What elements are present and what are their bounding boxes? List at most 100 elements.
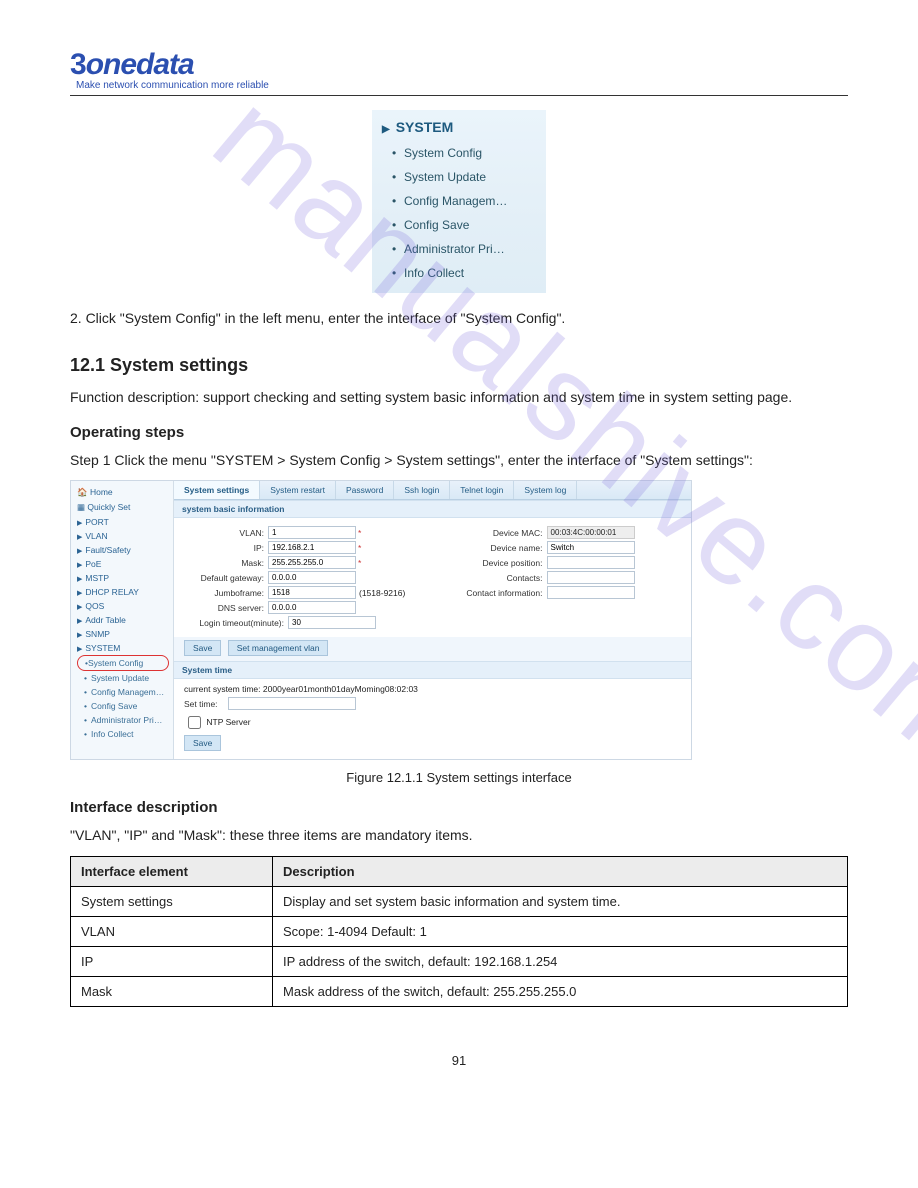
timeout-input[interactable] <box>288 616 376 629</box>
menu-item: Config Save <box>382 213 542 237</box>
ntp-label: NTP Server <box>206 717 250 727</box>
tab-password[interactable]: Password <box>336 481 394 499</box>
paragraph: Function description: support checking a… <box>70 386 848 410</box>
time-panel: current system time: 2000year01month01da… <box>174 679 691 759</box>
sidebar-cat[interactable]: VLAN <box>77 529 169 543</box>
screenshot-figure: 🏠 Home ▦ Quickly Set PORT VLAN Fault/Saf… <box>70 480 692 760</box>
sidebar-cat[interactable]: QOS <box>77 599 169 613</box>
menu-item: Config Managem… <box>382 189 542 213</box>
set-vlan-button[interactable]: Set management vlan <box>228 640 329 656</box>
menu-item: Info Collect <box>382 261 542 285</box>
sidebar-cat[interactable]: SYSTEM <box>77 641 169 655</box>
interface-desc-heading: Interface description <box>70 799 848 816</box>
ip-input[interactable] <box>268 541 356 554</box>
position-label: Device position: <box>448 558 543 568</box>
table-cell: Display and set system basic information… <box>273 887 848 917</box>
page-number: 91 <box>70 1053 848 1068</box>
sidebar-cat[interactable]: Addr Table <box>77 613 169 627</box>
current-time-label: current system time: <box>184 684 261 694</box>
ip-label: IP: <box>184 543 264 553</box>
jumboframe-label: Jumboframe: <box>184 588 264 598</box>
form-area: VLAN:* IP:* Mask:* Default gateway: Jumb… <box>174 518 691 637</box>
settime-label: Set time: <box>184 699 224 709</box>
contacts-input[interactable] <box>547 571 635 584</box>
sidebar-item-system-config[interactable]: System Config <box>77 655 169 671</box>
save-button[interactable]: Save <box>184 640 221 656</box>
ntp-checkbox[interactable] <box>188 716 201 729</box>
mac-label: Device MAC: <box>448 528 543 538</box>
sidebar-item[interactable]: System Update <box>77 671 169 685</box>
table-cell: Scope: 1-4094 Default: 1 <box>273 917 848 947</box>
save-time-button[interactable]: Save <box>184 735 221 751</box>
sidebar-home[interactable]: 🏠 Home <box>77 485 169 500</box>
screenshot-main: System settings System restart Password … <box>174 481 691 759</box>
sidebar-cat[interactable]: PORT <box>77 515 169 529</box>
sidebar-item[interactable]: Config Save <box>77 699 169 713</box>
mac-value: 00:03:4C:00:00:01 <box>547 526 635 539</box>
current-time-row: current system time: 2000year01month01da… <box>184 684 681 694</box>
sidebar-home-label: Home <box>90 487 113 497</box>
jumboframe-input[interactable] <box>268 586 356 599</box>
table-header: Interface element <box>71 857 273 887</box>
table-cell: IP <box>71 947 273 977</box>
table-row: VLAN Scope: 1-4094 Default: 1 <box>71 917 848 947</box>
table-cell: VLAN <box>71 917 273 947</box>
brand-name: 3onedata <box>70 48 848 82</box>
paragraph: 2. Click "System Config" in the left men… <box>70 307 848 331</box>
dns-input[interactable] <box>268 601 356 614</box>
menu-item: System Update <box>382 165 542 189</box>
contactinfo-input[interactable] <box>547 586 635 599</box>
vlan-input[interactable] <box>268 526 356 539</box>
ntp-row: NTP Server <box>184 713 681 732</box>
dns-label: DNS server: <box>184 603 264 613</box>
jumboframe-hint: (1518-9216) <box>359 588 405 598</box>
mask-input[interactable] <box>268 556 356 569</box>
tab-system-restart[interactable]: System restart <box>260 481 336 499</box>
sidebar-quick-label: Quickly Set <box>87 502 130 512</box>
tab-bar: System settings System restart Password … <box>174 481 691 500</box>
screenshot-sidebar: 🏠 Home ▦ Quickly Set PORT VLAN Fault/Saf… <box>71 481 174 759</box>
sidebar-item[interactable]: Administrator Pri… <box>77 713 169 727</box>
current-time-value: 2000year01month01dayMoming08:02:03 <box>263 684 418 694</box>
table-header: Description <box>273 857 848 887</box>
required-star: * <box>358 528 361 538</box>
tab-telnet[interactable]: Telnet login <box>450 481 514 499</box>
gateway-input[interactable] <box>268 571 356 584</box>
required-star: * <box>358 558 361 568</box>
devicename-label: Device name: <box>448 543 543 553</box>
settime-input[interactable] <box>228 697 356 710</box>
timeout-label: Login timeout(minute): <box>184 618 284 628</box>
table-cell: IP address of the switch, default: 192.1… <box>273 947 848 977</box>
brand-tagline: Make network communication more reliable <box>76 80 848 91</box>
button-row: Save Set management vlan <box>174 637 691 661</box>
tab-system-settings[interactable]: System settings <box>174 481 260 499</box>
form-right-col: Device MAC: 00:03:4C:00:00:01 Device name… <box>448 524 682 631</box>
form-left-col: VLAN:* IP:* Mask:* Default gateway: Jumb… <box>184 524 418 631</box>
tab-syslog[interactable]: System log <box>514 481 577 499</box>
step-text: Step 1 Click the menu "SYSTEM > System C… <box>70 449 848 473</box>
sidebar-quick[interactable]: ▦ Quickly Set <box>77 500 169 515</box>
subheading: Operating steps <box>70 424 848 441</box>
table-cell: System settings <box>71 887 273 917</box>
contacts-label: Contacts: <box>448 573 543 583</box>
section-heading: 12.1 System settings <box>70 355 848 376</box>
sidebar-cat[interactable]: Fault/Safety <box>77 543 169 557</box>
table-row: IP IP address of the switch, default: 19… <box>71 947 848 977</box>
devicename-input[interactable] <box>547 541 635 554</box>
sidebar-cat[interactable]: PoE <box>77 557 169 571</box>
vlan-label: VLAN: <box>184 528 264 538</box>
sidebar-cat[interactable]: MSTP <box>77 571 169 585</box>
menu-item: System Config <box>382 141 542 165</box>
gateway-label: Default gateway: <box>184 573 264 583</box>
paragraph: "VLAN", "IP" and "Mask": these three ite… <box>70 824 848 848</box>
sidebar-item[interactable]: Config Managem… <box>77 685 169 699</box>
system-menu-figure: SYSTEM System Config System Update Confi… <box>372 110 546 293</box>
position-input[interactable] <box>547 556 635 569</box>
sidebar-cat[interactable]: SNMP <box>77 627 169 641</box>
tab-ssh[interactable]: Ssh login <box>394 481 450 499</box>
contactinfo-label: Contact information: <box>448 588 543 598</box>
table-cell: Mask address of the switch, default: 255… <box>273 977 848 1007</box>
sidebar-item[interactable]: Info Collect <box>77 727 169 741</box>
required-star: * <box>358 543 361 553</box>
sidebar-cat[interactable]: DHCP RELAY <box>77 585 169 599</box>
